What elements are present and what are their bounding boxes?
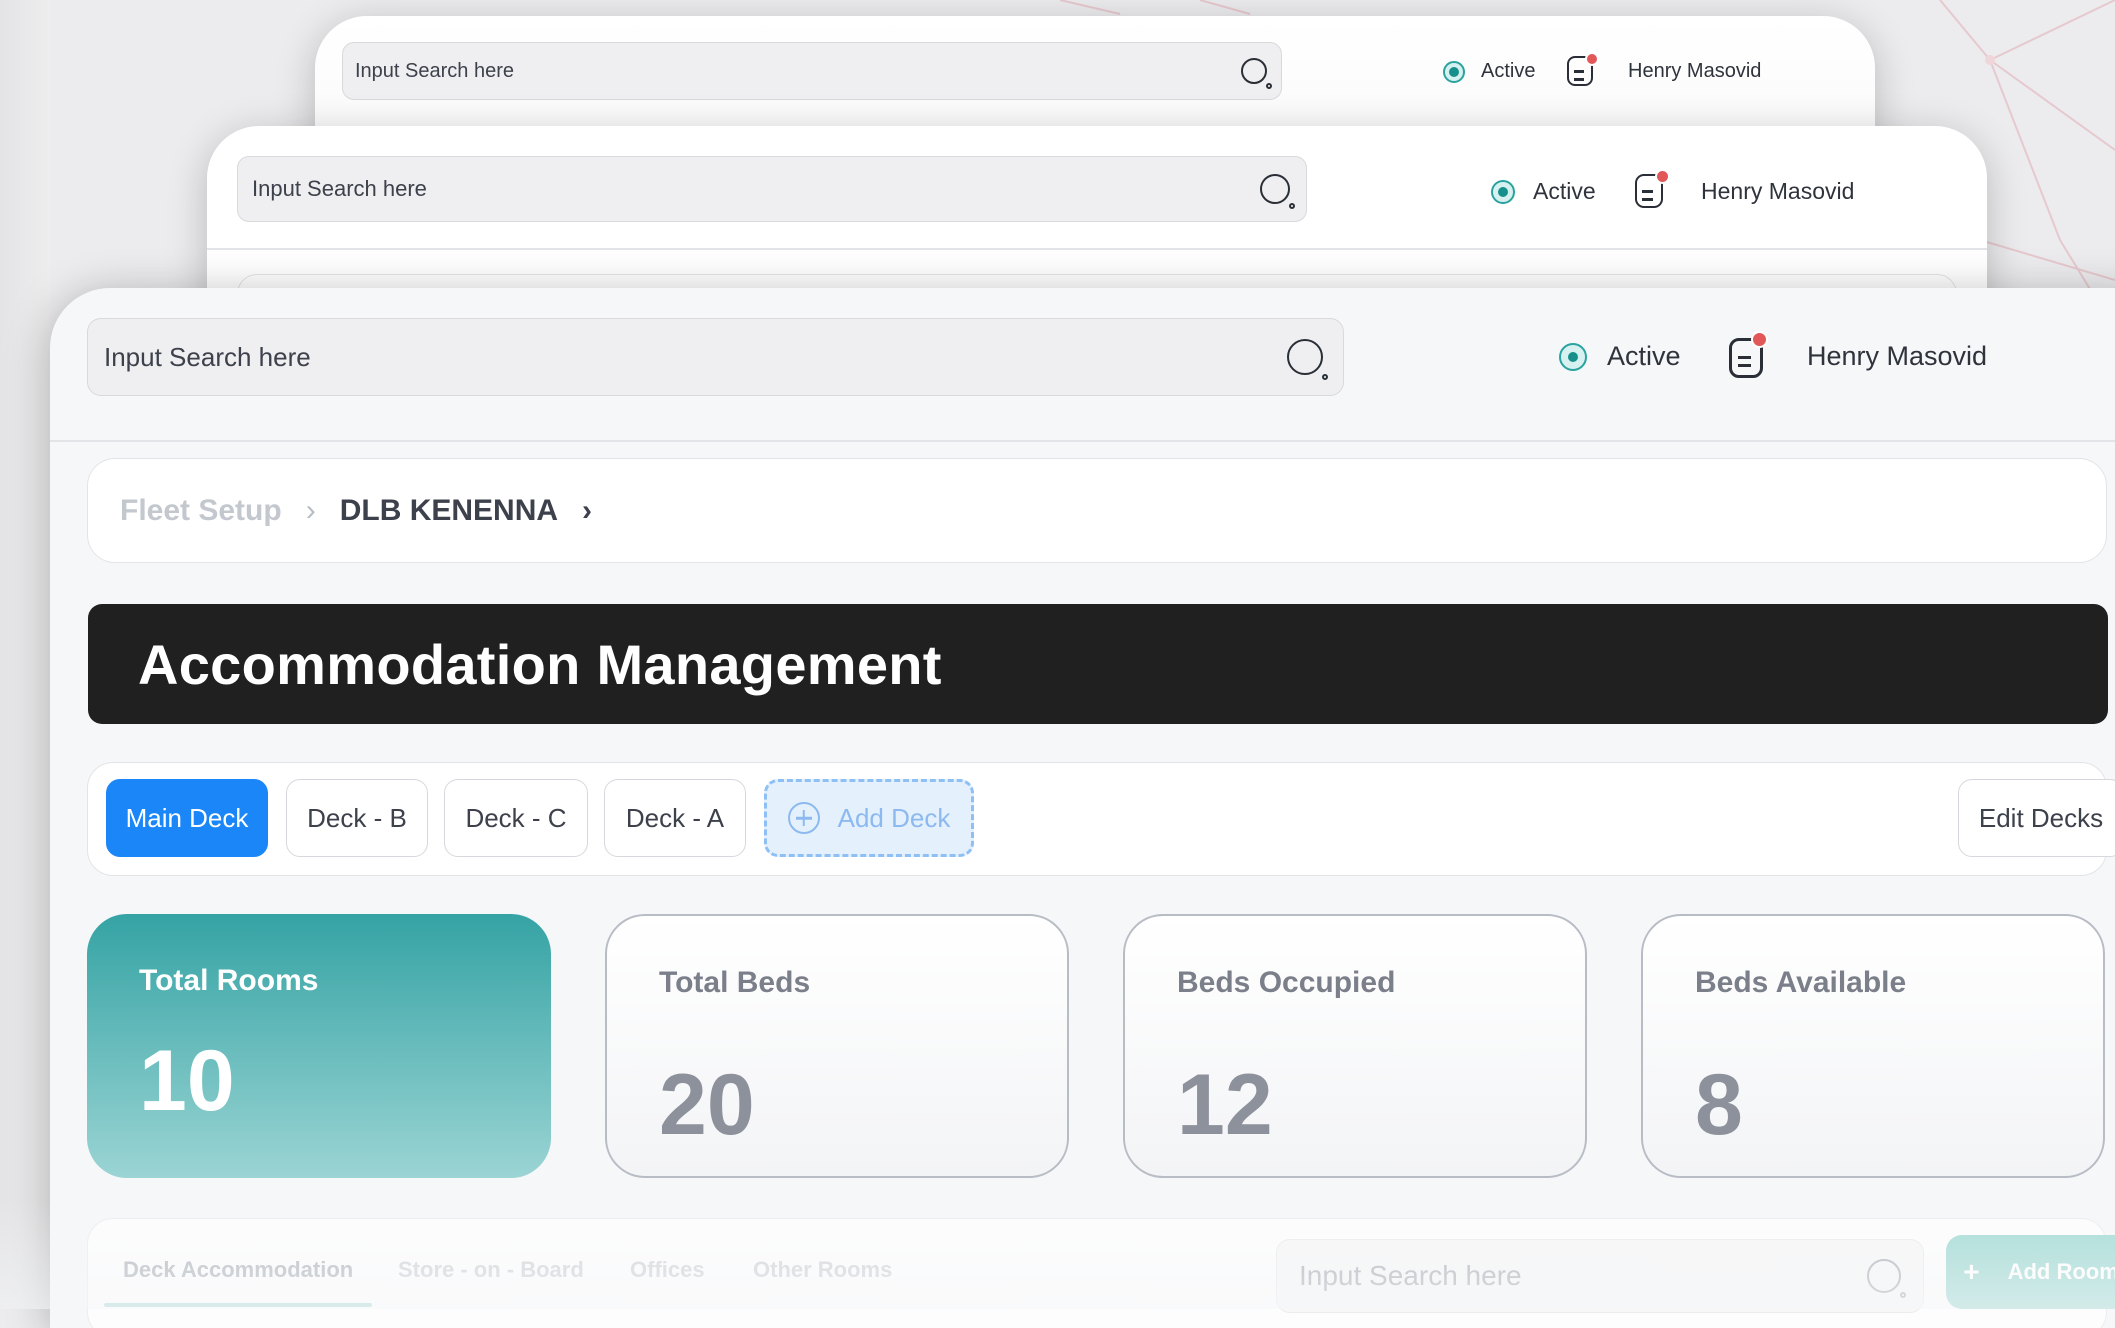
status-label: Active [1533,178,1596,204]
stat-card-total-beds: Total Beds 20 [605,914,1069,1178]
breadcrumb-current[interactable]: DLB KENENNA [340,494,558,528]
user-name[interactable]: Henry Masovid [1701,178,1854,205]
stat-label: Total Beds [659,966,811,999]
tab-deck-b[interactable]: Deck - B [286,779,428,857]
add-room-label: Add Room [2007,1259,2115,1284]
search-icon[interactable] [1241,58,1272,89]
status-indicator: Active [1559,341,1681,372]
stat-label: Beds Occupied [1177,966,1396,999]
notification-dot [1655,169,1670,184]
deck-tabs-bar: Main Deck Deck - B Deck - C Deck - A Add… [87,762,2115,876]
search-placeholder: Input Search here [1299,1260,1522,1291]
breadcrumb-fleet-setup[interactable]: Fleet Setup [120,494,282,528]
tab-deck-c[interactable]: Deck - C [444,779,588,857]
add-circle-icon [787,802,820,834]
add-room-button[interactable]: + Add Room [1946,1235,2115,1309]
page-title: Accommodation Management [138,632,942,696]
status-indicator: Active [1443,60,1535,83]
rooms-toolbar: Deck Accommodation Store - on - Board Of… [87,1218,2115,1328]
tab-deck-a[interactable]: Deck - A [604,779,746,857]
tab-deck-accommodation[interactable]: Deck Accommodation [123,1257,353,1283]
header-divider [50,440,2115,442]
breadcrumb-chevron-icon: › [582,493,593,527]
search-bar[interactable]: Input Search here [342,42,1282,100]
page-header-banner: Accommodation Management [88,604,2108,724]
window-front: Input Search here Active Henry Masovid F… [50,288,2115,1328]
tab-offices[interactable]: Offices [630,1257,705,1283]
user-name[interactable]: Henry Masovid [1628,60,1761,83]
stat-card-beds-occupied: Beds Occupied 12 [1123,914,1587,1178]
search-placeholder: Input Search here [355,59,514,82]
status-radio-icon [1559,342,1587,371]
search-icon[interactable] [1260,174,1295,209]
status-indicator: Active [1491,178,1596,205]
add-deck-button[interactable]: Add Deck [764,779,974,857]
stat-value: 20 [659,1057,755,1153]
user-name[interactable]: Henry Masovid [1807,341,1987,372]
search-bar[interactable]: Input Search here [87,318,1344,396]
tab-store-on-board[interactable]: Store - on - Board [398,1257,584,1283]
status-label: Active [1607,341,1681,371]
search-icon[interactable] [1287,339,1328,380]
search-icon[interactable] [1867,1259,1906,1298]
breadcrumb-chevron-icon: › [305,493,316,527]
edit-decks-button[interactable]: Edit Decks [1958,779,2115,857]
rooms-search-input[interactable]: Input Search here [1276,1239,1924,1313]
left-edge-shade [0,0,50,1309]
stat-value: 12 [1177,1057,1273,1153]
header-divider [207,248,1987,250]
stat-card-beds-available: Beds Available 8 [1641,914,2105,1178]
status-radio-icon [1491,179,1515,204]
stat-label: Beds Available [1695,966,1907,999]
tab-main-deck[interactable]: Main Deck [106,779,268,857]
search-placeholder: Input Search here [252,176,427,201]
stat-value: 8 [1695,1057,1743,1153]
search-bar[interactable]: Input Search here [237,156,1307,222]
status-radio-icon [1443,60,1465,83]
stat-card-total-rooms: Total Rooms 10 [87,914,551,1178]
breadcrumb: Fleet Setup › DLB KENENNA › [87,458,2107,563]
notification-dot [1585,52,1599,66]
tab-other-rooms[interactable]: Other Rooms [753,1257,892,1283]
status-label: Active [1481,60,1536,82]
add-deck-label: Add Deck [837,802,951,833]
active-tab-underline [104,1303,372,1307]
plus-icon: + [1963,1256,1980,1287]
stat-value: 10 [139,1033,235,1129]
search-placeholder: Input Search here [104,341,311,372]
notification-dot [1751,331,1768,348]
stat-label: Total Rooms [139,964,319,997]
